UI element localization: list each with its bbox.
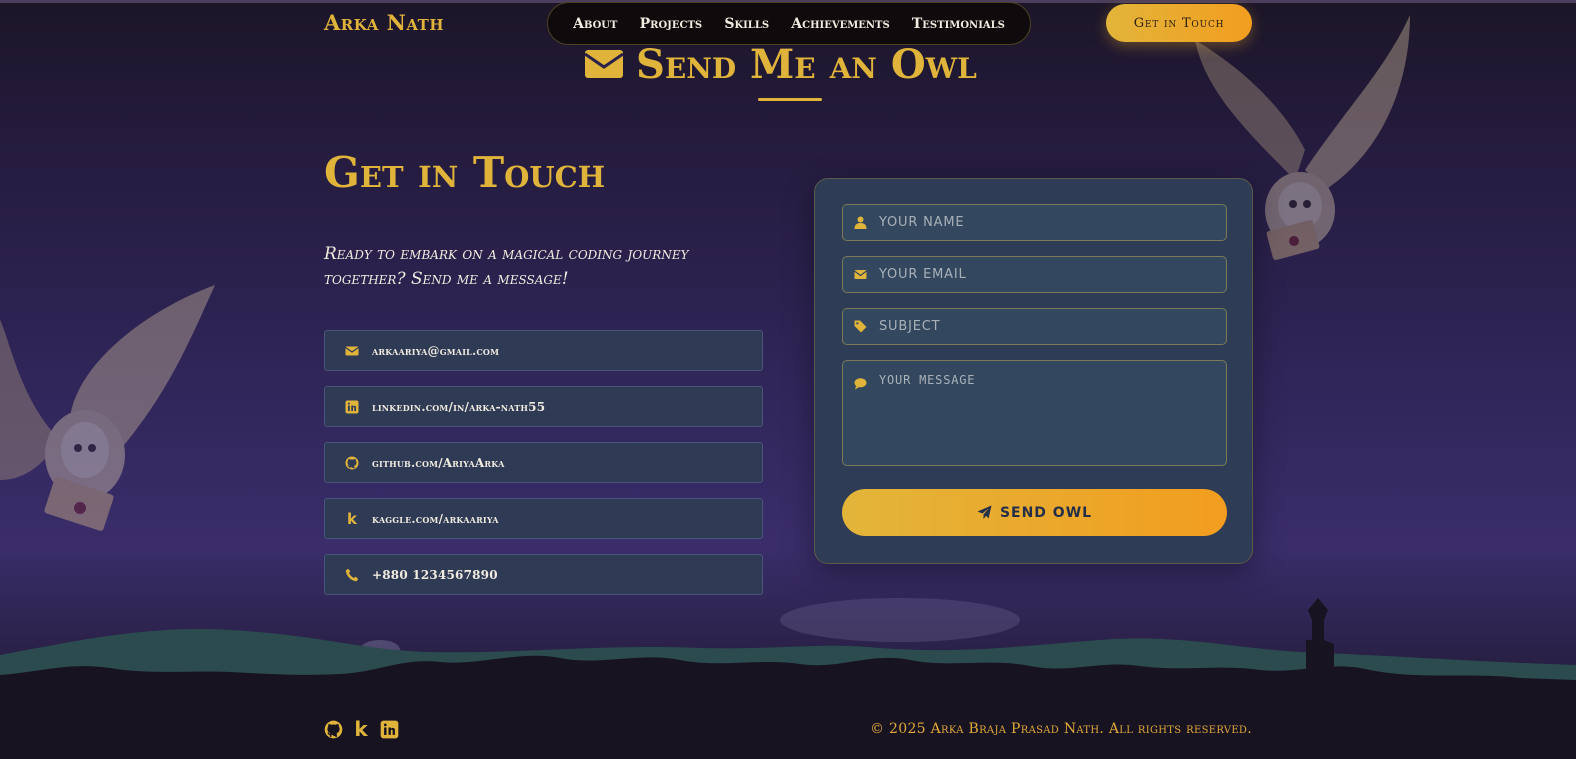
github-icon[interactable] (323, 719, 343, 739)
brand-logo[interactable]: Arka Nath (324, 10, 444, 35)
linkedin-icon[interactable] (379, 719, 399, 739)
contact-intro: Ready to embark on a magical coding jour… (324, 244, 689, 289)
contact-item-linkedin[interactable]: linkedin.com/in/arka-nath55 (324, 386, 763, 427)
subject-input[interactable] (879, 319, 1199, 334)
envelope-icon (344, 343, 360, 359)
email-input[interactable] (879, 267, 1199, 282)
title-underline (758, 98, 822, 101)
kaggle-icon[interactable]: k (351, 717, 371, 741)
landscape-silhouette (0, 598, 1576, 759)
send-owl-label: SEND OWL (999, 504, 1093, 521)
contact-item-kaggle[interactable]: k kaggle.com/arkaariya (324, 498, 763, 539)
footer-social-links: k (323, 717, 399, 741)
linkedin-icon (344, 399, 360, 415)
subject-field[interactable] (842, 308, 1227, 345)
kaggle-icon: k (347, 509, 357, 528)
tag-icon (853, 320, 867, 334)
contact-item-text: github.com/AriyaArka (372, 455, 505, 470)
nav-link-about[interactable]: About (573, 16, 617, 32)
owl-illustration-left (0, 285, 215, 531)
contact-heading: Get in Touch (324, 148, 606, 197)
paper-plane-icon (977, 505, 992, 519)
send-owl-button[interactable]: SEND OWL (842, 489, 1227, 536)
nav-link-testimonials[interactable]: Testimonials (912, 16, 1005, 32)
contact-item-github[interactable]: github.com/AriyaArka (324, 442, 763, 483)
name-input[interactable] (879, 215, 1199, 230)
get-in-touch-button[interactable]: Get in Touch (1106, 4, 1252, 42)
user-icon (853, 216, 867, 230)
contact-item-text: kaggle.com/arkaariya (372, 511, 499, 526)
contact-item-email[interactable]: arkaariya@gmail.com (324, 330, 763, 371)
email-field[interactable] (842, 256, 1227, 293)
section-title: Send Me an Owl (584, 40, 1004, 88)
contact-item-text: linkedin.com/in/arka-nath55 (372, 399, 546, 414)
nav-link-projects[interactable]: Projects (640, 16, 703, 32)
contact-item-text: arkaariya@gmail.com (372, 343, 500, 358)
name-field[interactable] (842, 204, 1227, 241)
github-icon (344, 455, 360, 471)
nav-link-achievements[interactable]: Achievements (791, 16, 889, 32)
nav-link-skills[interactable]: Skills (724, 16, 769, 32)
main-nav: About Projects Skills Achievements Testi… (547, 2, 1031, 45)
copyright-text: © 2025 Arka Braja Prasad Nath. All right… (870, 721, 1252, 737)
envelope-icon (584, 50, 624, 78)
contact-form: SEND OWL (814, 178, 1253, 564)
envelope-icon (853, 268, 867, 282)
comment-icon (853, 376, 867, 390)
message-textarea[interactable] (879, 373, 1199, 458)
message-field[interactable] (842, 360, 1227, 466)
section-title-text: Send Me an Owl (636, 40, 977, 88)
